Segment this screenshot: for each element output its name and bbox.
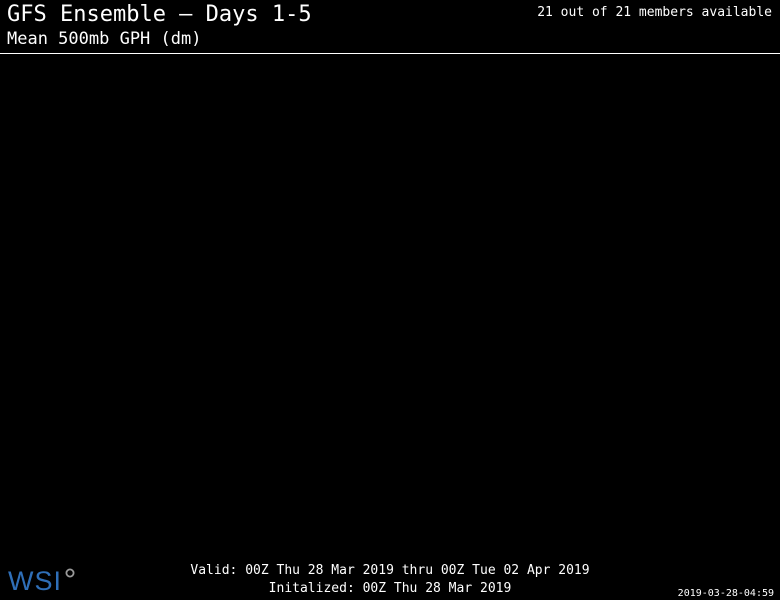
- chart-subtitle: Mean 500mb GPH (dm): [7, 29, 202, 49]
- wsi-logo: WSI: [8, 566, 75, 596]
- map-area: [0, 54, 780, 554]
- initialized-time: Initalized: 00Z Thu 28 Mar 2019: [268, 581, 512, 596]
- logo-text: WSI: [8, 566, 62, 596]
- chart-title: GFS Ensemble — Days 1-5: [7, 2, 312, 27]
- render-timestamp: 2019-03-28-04:59: [677, 588, 774, 599]
- members-available: 21 out of 21 members available: [537, 5, 772, 20]
- wsi-mark-icon: [65, 568, 75, 578]
- valid-time: Valid: 00Z Thu 28 Mar 2019 thru 00Z Tue …: [190, 563, 590, 578]
